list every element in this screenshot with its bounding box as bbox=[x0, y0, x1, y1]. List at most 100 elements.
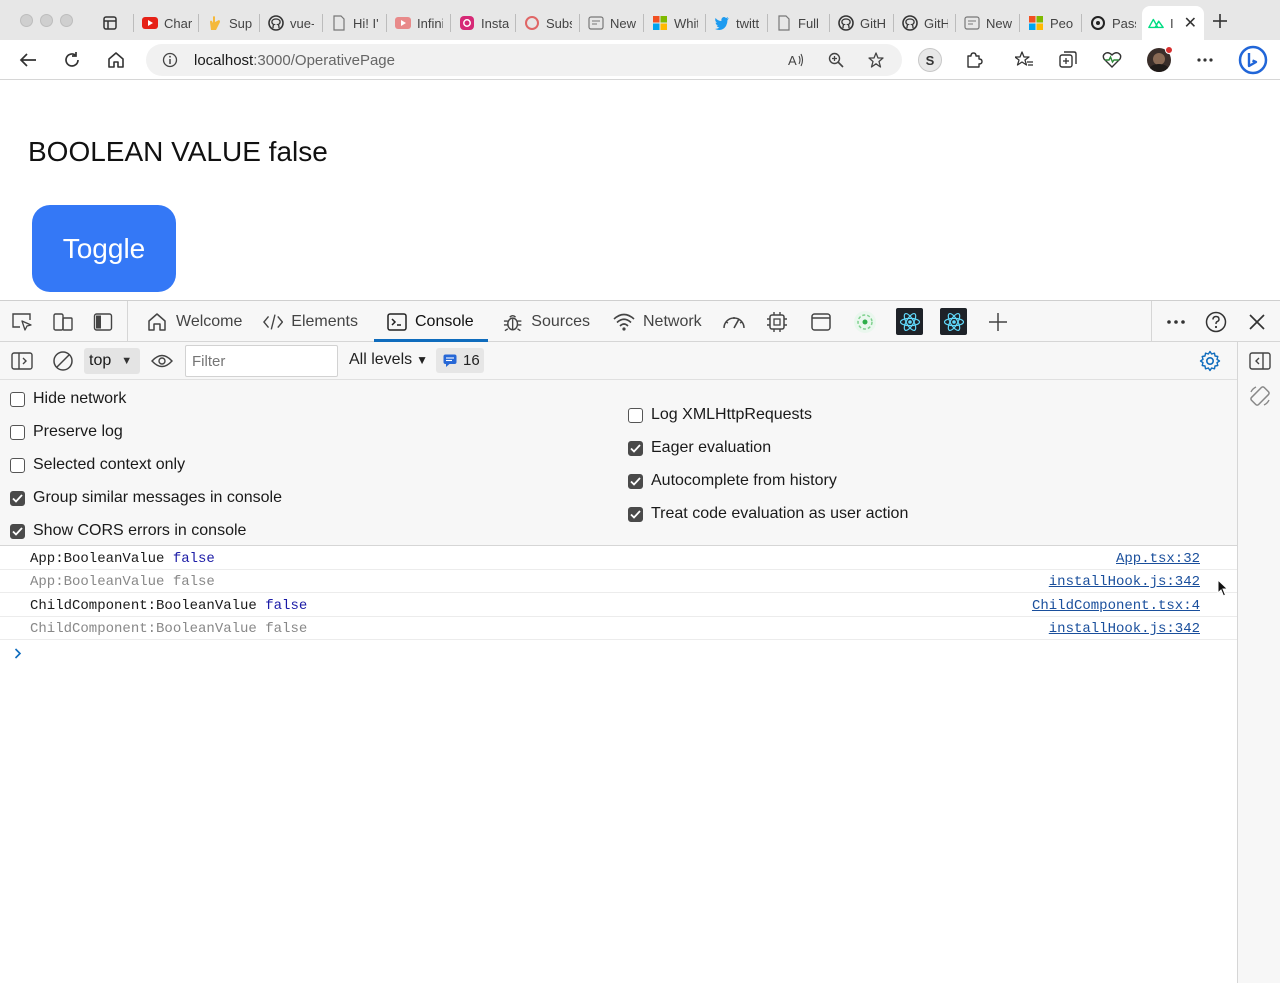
new-tab-button[interactable] bbox=[1212, 12, 1228, 35]
reload-button[interactable] bbox=[60, 48, 84, 72]
back-button[interactable] bbox=[16, 48, 40, 72]
collections-button[interactable] bbox=[1056, 48, 1080, 72]
log-source-link[interactable]: ChildComponent.tsx:4 bbox=[1032, 598, 1200, 614]
minimize-window-button[interactable] bbox=[40, 14, 53, 27]
message-icon bbox=[443, 354, 457, 367]
check-icon bbox=[12, 526, 23, 536]
performance-tab[interactable] bbox=[721, 311, 747, 333]
active-browser-tab[interactable]: I ✕ bbox=[1142, 6, 1204, 40]
application-window-icon bbox=[811, 313, 831, 331]
checkbox[interactable] bbox=[10, 391, 25, 407]
browser-tab[interactable]: Char bbox=[136, 8, 198, 38]
dock-side-button[interactable] bbox=[92, 311, 114, 333]
read-aloud-icon[interactable]: A bbox=[788, 52, 804, 68]
setting-show-cors[interactable]: Show CORS errors in console bbox=[10, 522, 246, 540]
browser-tab[interactable]: vue- bbox=[262, 8, 320, 38]
browser-tab[interactable]: twitt bbox=[708, 8, 766, 38]
zoom-window-button[interactable] bbox=[60, 14, 73, 27]
browser-essentials-button[interactable] bbox=[1100, 48, 1124, 72]
address-bar[interactable]: localhost:3000/OperativePage A bbox=[146, 44, 902, 76]
log-source-link[interactable]: installHook.js:342 bbox=[1049, 621, 1200, 637]
context-selector[interactable]: top ▼ bbox=[84, 348, 140, 374]
tab-elements[interactable]: Elements bbox=[263, 301, 358, 342]
log-source-link[interactable]: App.tsx:32 bbox=[1116, 551, 1200, 567]
customize-devtools-button[interactable] bbox=[1165, 311, 1187, 333]
react-components-tab[interactable] bbox=[896, 308, 923, 335]
instagram-icon bbox=[459, 15, 475, 31]
tab-network[interactable]: Network bbox=[613, 301, 703, 342]
setting-treat-eval-user-action[interactable]: Treat code evaluation as user action bbox=[628, 505, 908, 523]
browser-tab[interactable]: Subs bbox=[518, 8, 578, 38]
browser-tab[interactable]: Pass bbox=[1084, 8, 1142, 38]
close-devtools-button[interactable] bbox=[1246, 311, 1268, 333]
setting-autocomplete-history[interactable]: Autocomplete from history bbox=[628, 472, 837, 490]
help-button[interactable] bbox=[1205, 311, 1227, 333]
browser-tab[interactable]: GitH bbox=[896, 8, 954, 38]
profile-s-button[interactable]: S bbox=[918, 48, 942, 72]
browser-tab[interactable]: GitH bbox=[832, 8, 892, 38]
checkbox-checked[interactable] bbox=[628, 506, 643, 522]
setting-group-similar[interactable]: Group similar messages in console bbox=[10, 489, 282, 507]
favorites-button[interactable] bbox=[1012, 48, 1036, 72]
close-tab-icon[interactable]: ✕ bbox=[1184, 13, 1197, 33]
home-button[interactable] bbox=[104, 48, 128, 72]
browser-tab[interactable]: New bbox=[582, 8, 642, 38]
browser-tab[interactable]: Hi! I' bbox=[325, 8, 385, 38]
zoom-icon[interactable] bbox=[828, 52, 844, 68]
filter-input[interactable] bbox=[185, 345, 338, 377]
browser-tab[interactable]: Infini bbox=[389, 8, 449, 38]
tab-sources[interactable]: Sources bbox=[502, 301, 590, 342]
setting-hide-network[interactable]: Hide network bbox=[10, 390, 126, 408]
settings-more-button[interactable] bbox=[1193, 48, 1217, 72]
favorite-star-icon[interactable] bbox=[868, 52, 884, 68]
clear-console-button[interactable] bbox=[52, 350, 74, 372]
setting-log-xhr[interactable]: Log XMLHttpRequests bbox=[628, 406, 812, 424]
checkbox-checked[interactable] bbox=[628, 473, 643, 489]
browser-tab[interactable]: Insta bbox=[453, 8, 515, 38]
setting-preserve-log[interactable]: Preserve log bbox=[10, 423, 123, 441]
info-icon[interactable] bbox=[162, 52, 178, 68]
checkbox-checked[interactable] bbox=[10, 523, 25, 539]
tab-console[interactable]: Console bbox=[374, 301, 488, 342]
tab-welcome[interactable]: Welcome bbox=[146, 301, 246, 342]
eye-icon bbox=[151, 354, 173, 368]
application-tab[interactable] bbox=[810, 311, 832, 333]
github-icon bbox=[838, 15, 854, 31]
console-prompt[interactable] bbox=[14, 646, 22, 662]
extensions-button[interactable] bbox=[962, 48, 986, 72]
log-source-link[interactable]: installHook.js:342 bbox=[1049, 574, 1200, 590]
green-orb-icon bbox=[854, 311, 876, 333]
css-overview-tab[interactable] bbox=[852, 309, 878, 335]
checkbox[interactable] bbox=[10, 424, 25, 440]
browser-tab[interactable]: Peop bbox=[1022, 8, 1080, 38]
react-profiler-tab[interactable] bbox=[940, 308, 967, 335]
toggle-drawer-button[interactable] bbox=[1249, 350, 1271, 372]
checkbox[interactable] bbox=[10, 457, 25, 473]
tab-actions-button[interactable] bbox=[96, 8, 130, 38]
profile-avatar-button[interactable] bbox=[1147, 46, 1173, 72]
more-tools-button[interactable] bbox=[987, 311, 1009, 333]
device-emulation-button[interactable] bbox=[52, 311, 74, 333]
log-levels-dropdown[interactable]: All levels ▼ bbox=[349, 351, 428, 369]
copilot-button[interactable] bbox=[1238, 45, 1268, 75]
toggle-button[interactable]: Toggle bbox=[32, 205, 176, 292]
checkbox-checked[interactable] bbox=[10, 490, 25, 506]
setting-eager-evaluation[interactable]: Eager evaluation bbox=[628, 439, 771, 457]
inspect-element-button[interactable] bbox=[11, 311, 33, 333]
checkbox[interactable] bbox=[628, 407, 643, 423]
memory-tab[interactable] bbox=[765, 311, 789, 333]
browser-tab[interactable]: Full bbox=[770, 8, 828, 38]
checkbox-checked[interactable] bbox=[628, 440, 643, 456]
console-settings-button[interactable] bbox=[1199, 350, 1221, 372]
memory-chip-icon bbox=[767, 312, 787, 332]
show-sidebar-button[interactable] bbox=[11, 350, 33, 372]
browser-tab[interactable]: Whit bbox=[646, 8, 704, 38]
browser-tab[interactable]: New bbox=[958, 8, 1018, 38]
live-expression-button[interactable] bbox=[151, 350, 173, 372]
setting-selected-context-only[interactable]: Selected context only bbox=[10, 456, 185, 474]
document-icon bbox=[776, 15, 792, 31]
close-window-button[interactable] bbox=[20, 14, 33, 27]
message-count-badge[interactable]: 16 bbox=[436, 348, 484, 373]
rotate-view-button[interactable] bbox=[1248, 384, 1272, 408]
browser-tab[interactable]: Supp bbox=[201, 8, 259, 38]
